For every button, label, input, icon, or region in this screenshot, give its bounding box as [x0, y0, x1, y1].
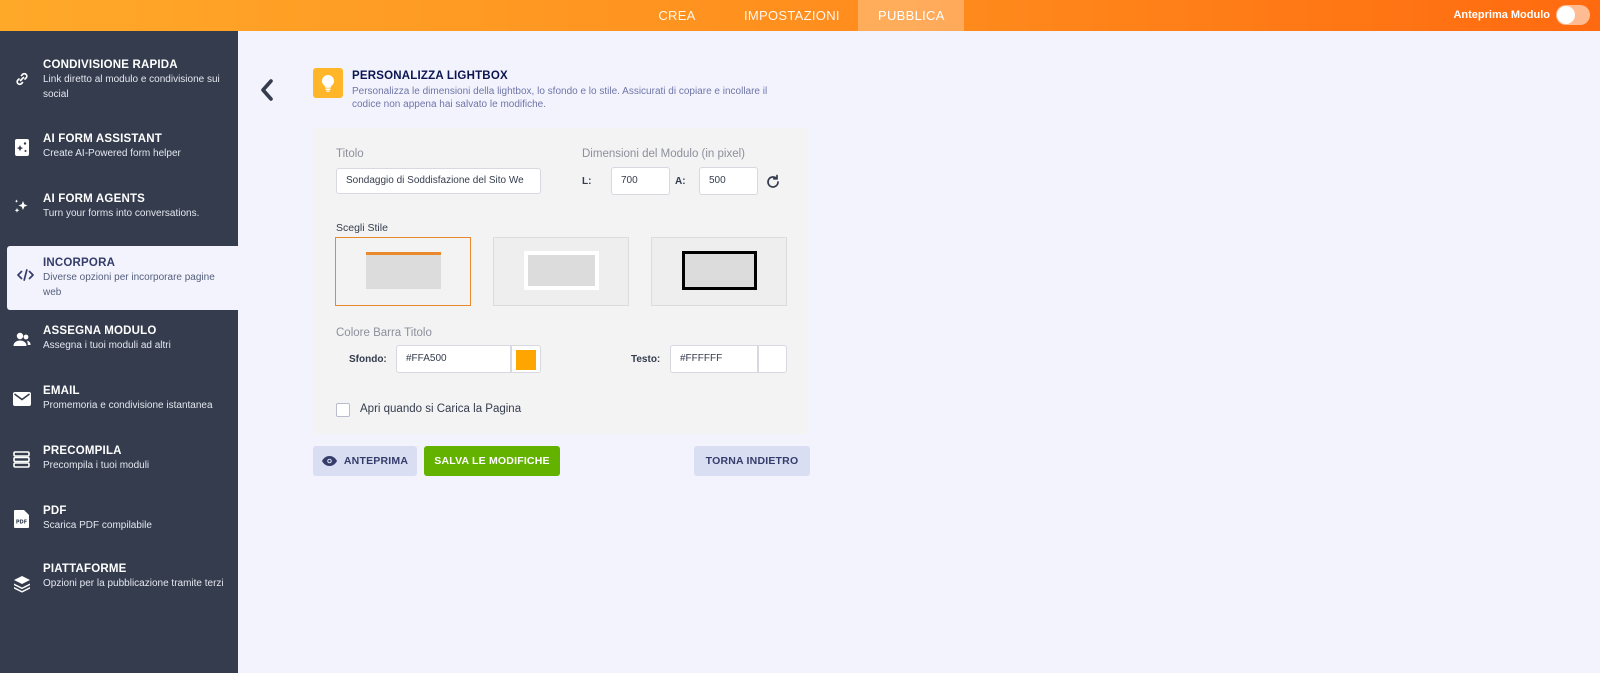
width-input[interactable]: 700 — [611, 167, 670, 195]
sidebar-item-incorpora[interactable]: INCORPORA Diverse opzioni per incorporar… — [7, 246, 238, 310]
eye-icon — [321, 456, 337, 466]
sidebar-item-assegna-modulo[interactable]: ASSEGNA MODULO Assegna i tuoi moduli ad … — [0, 324, 238, 353]
sidebar-item-subtitle: Opzioni per la pubblicazione tramite ter… — [43, 578, 224, 589]
style-option-2[interactable] — [493, 237, 629, 306]
sidebar-item-condivisione-rapida[interactable]: CONDIVISIONE RAPIDA Link diretto al modu… — [0, 58, 238, 102]
sparkles-icon — [0, 192, 43, 215]
sidebar: CONDIVISIONE RAPIDA Link diretto al modu… — [0, 31, 238, 673]
code-icon — [7, 256, 43, 281]
sidebar-item-subtitle: Assegna i tuoi moduli ad altri — [43, 340, 171, 351]
sidebar-item-text: AI FORM ASSISTANT Create AI-Powered form… — [43, 132, 187, 161]
style-option-1[interactable] — [335, 237, 471, 306]
sidebar-item-subtitle: Link diretto al modulo e condivisione su… — [43, 74, 220, 100]
tab-impostazioni[interactable]: IMPOSTAZIONI — [724, 0, 858, 31]
sidebar-item-subtitle: Diverse opzioni per incorporare pagine w… — [43, 272, 215, 298]
sidebar-item-pdf[interactable]: PDF PDF Scarica PDF compilabile — [0, 504, 238, 533]
preview-toggle-label: Anteprima Modulo — [1453, 9, 1550, 21]
style-option-3[interactable] — [651, 237, 787, 306]
prefill-icon — [0, 444, 43, 468]
sidebar-item-text: PDF Scarica PDF compilabile — [43, 504, 158, 533]
open-on-load-label: Apri quando si Carica la Pagina — [360, 403, 522, 415]
background-color-label: Sfondo: — [349, 354, 387, 365]
toggle-knob — [1557, 6, 1575, 24]
height-input[interactable]: 500 — [699, 167, 758, 195]
sidebar-item-ai-form-assistant[interactable]: AI FORM ASSISTANT Create AI-Powered form… — [0, 132, 238, 161]
save-button[interactable]: SALVA LE MODIFICHE — [424, 446, 560, 476]
sidebar-item-piattaforme[interactable]: PIATTAFORME Opzioni per la pubblicazione… — [0, 562, 238, 593]
preview-button[interactable]: ANTEPRIMA — [313, 446, 417, 476]
sidebar-item-ai-form-agents[interactable]: AI FORM AGENTS Turn your forms into conv… — [0, 192, 238, 221]
lightbulb-icon — [313, 68, 343, 98]
sidebar-item-text: INCORPORA Diverse opzioni per incorporar… — [43, 256, 238, 300]
sidebar-item-text: ASSEGNA MODULO Assegna i tuoi moduli ad … — [43, 324, 177, 353]
sidebar-item-title: ASSEGNA MODULO — [43, 325, 157, 337]
swatch-color — [763, 350, 783, 370]
text-color-swatch[interactable] — [758, 345, 787, 373]
sidebar-item-subtitle: Create AI-Powered form helper — [43, 148, 181, 159]
tab-pubblica[interactable]: PUBBLICA — [858, 0, 964, 31]
sidebar-item-title: PRECOMPILA — [43, 445, 122, 457]
title-input[interactable]: Sondaggio di Soddisfazione del Sito We — [336, 168, 541, 194]
choose-style-label: Scegli Stile — [336, 222, 388, 234]
top-tabs: CREA IMPOSTAZIONI PUBBLICA — [630, 0, 964, 31]
sidebar-item-title: PDF — [43, 505, 67, 517]
preview-toggle-switch[interactable] — [1556, 5, 1590, 25]
sidebar-item-text: PRECOMPILA Precompila i tuoi moduli — [43, 444, 155, 473]
link-icon — [0, 58, 43, 87]
ai-assistant-icon — [0, 132, 43, 156]
style-preview-body — [524, 251, 599, 290]
sidebar-item-subtitle: Turn your forms into conversations. — [43, 208, 200, 219]
title-label: Titolo — [336, 148, 364, 160]
reset-dimensions-icon[interactable] — [765, 174, 781, 190]
sidebar-item-email[interactable]: EMAIL Promemoria e condivisione istantan… — [0, 384, 238, 413]
sidebar-item-title: EMAIL — [43, 385, 80, 397]
sidebar-item-text: EMAIL Promemoria e condivisione istantan… — [43, 384, 219, 413]
height-label: A: — [675, 176, 686, 187]
sidebar-item-text: CONDIVISIONE RAPIDA Link diretto al modu… — [43, 58, 238, 102]
text-color-label: Testo: — [631, 354, 661, 365]
sidebar-item-title: AI FORM AGENTS — [43, 193, 146, 205]
preview-toggle-group: Anteprima Modulo — [1453, 5, 1590, 25]
sidebar-item-subtitle: Precompila i tuoi moduli — [43, 460, 150, 471]
go-back-button[interactable]: TORNA INDIETRO — [694, 446, 810, 476]
svg-text:PDF: PDF — [16, 520, 27, 526]
tab-crea[interactable]: CREA — [630, 0, 724, 31]
pdf-icon: PDF — [0, 504, 43, 528]
background-color-input[interactable]: #FFA500 — [396, 345, 511, 373]
sidebar-item-text: PIATTAFORME Opzioni per la pubblicazione… — [43, 562, 230, 591]
layers-icon — [0, 562, 43, 593]
titlebar-color-label: Colore Barra Titolo — [336, 327, 432, 339]
sidebar-item-text: AI FORM AGENTS Turn your forms into conv… — [43, 192, 205, 221]
page-description: Personalizza le dimensioni della lightbo… — [352, 86, 768, 110]
sidebar-item-title: AI FORM ASSISTANT — [43, 133, 163, 145]
style-preview-body — [366, 255, 441, 289]
text-color-input[interactable]: #FFFFFF — [670, 345, 758, 373]
envelope-icon — [0, 384, 43, 406]
back-chevron-icon[interactable] — [257, 78, 277, 102]
sidebar-item-subtitle: Promemoria e condivisione istantanea — [43, 400, 213, 411]
users-icon — [0, 324, 43, 347]
preview-button-label: ANTEPRIMA — [343, 455, 409, 467]
width-label: L: — [582, 176, 592, 187]
background-color-swatch[interactable] — [511, 345, 541, 373]
sidebar-item-title: CONDIVISIONE RAPIDA — [43, 59, 178, 71]
swatch-color — [516, 350, 536, 370]
style-preview-body — [682, 251, 757, 290]
sidebar-item-title: PIATTAFORME — [43, 563, 127, 575]
top-bar: CREA IMPOSTAZIONI PUBBLICA Anteprima Mod… — [0, 0, 1600, 31]
sidebar-item-title: INCORPORA — [43, 257, 116, 269]
open-on-load-checkbox[interactable] — [336, 403, 350, 417]
dimensions-label: Dimensioni del Modulo (in pixel) — [582, 148, 745, 160]
sidebar-item-subtitle: Scarica PDF compilabile — [43, 520, 152, 531]
sidebar-item-precompila[interactable]: PRECOMPILA Precompila i tuoi moduli — [0, 444, 238, 473]
page-title: PERSONALIZZA LIGHTBOX — [352, 70, 508, 82]
